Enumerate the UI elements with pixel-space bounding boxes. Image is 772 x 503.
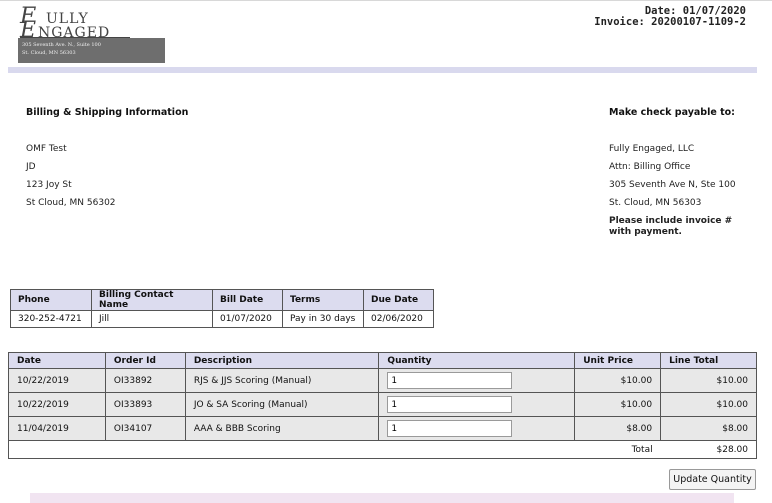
cell-unit-price: $10.00 [574, 392, 662, 417]
footer-bar [30, 493, 734, 503]
billing-line: St Cloud, MN 56302 [26, 198, 116, 208]
cell-due-date: 02/06/2020 [363, 310, 434, 328]
table-header-row: Phone Billing Contact Name Bill Date Ter… [10, 289, 434, 311]
cell-quantity [378, 416, 576, 441]
cell-line-total: $10.00 [660, 392, 757, 417]
cell-order-id: OI33893 [104, 392, 186, 417]
cell-date: 10/22/2019 [8, 392, 106, 417]
col-quantity: Quantity [378, 352, 576, 369]
total-row: Total $28.00 [8, 440, 757, 459]
cell-date: 10/22/2019 [8, 368, 106, 393]
col-description: Description [184, 352, 380, 369]
col-line-total: Line Total [660, 352, 757, 369]
billing-title: Billing & Shipping Information [26, 107, 189, 118]
payable-line: St. Cloud, MN 56303 [609, 198, 702, 208]
billing-line: OMF Test [26, 144, 67, 154]
payable-line: Fully Engaged, LLC [609, 144, 695, 154]
quantity-input[interactable] [387, 396, 513, 413]
billing-line: JD [26, 162, 36, 172]
logo-address-box: 305 Seventh Ave. N., Suite 100 St. Cloud… [18, 38, 165, 63]
cell-description: JO & SA Scoring (Manual) [184, 392, 380, 417]
invoice-header: Date: 01/07/2020 Invoice: 20200107-1109-… [594, 6, 746, 28]
billing-line: 123 Joy St [26, 180, 72, 190]
col-phone: Phone [10, 289, 92, 311]
payable-line: 305 Seventh Ave N, Ste 100 [609, 180, 736, 190]
logo-address-line2: St. Cloud, MN 56303 [22, 50, 76, 56]
cell-bill-date: 01/07/2020 [212, 310, 283, 328]
header-bar [8, 67, 757, 73]
cell-line-total: $8.00 [660, 416, 757, 441]
update-quantity-button[interactable]: Update Quantity [669, 469, 756, 490]
billing-address: OMF Test JD 123 Joy St St Cloud, MN 5630… [26, 140, 116, 212]
invoice-label: Invoice: [594, 16, 645, 28]
table-header-row: Date Order Id Description Quantity Unit … [8, 352, 757, 369]
cell-phone: 320-252-4721 [10, 310, 92, 328]
cell-quantity [378, 392, 576, 417]
payable-address: Fully Engaged, LLC Attn: Billing Office … [609, 140, 749, 238]
line-items-table: Date Order Id Description Quantity Unit … [8, 352, 757, 459]
cell-description: RJS & JJS Scoring (Manual) [184, 368, 380, 393]
payable-line: Attn: Billing Office [609, 162, 691, 172]
col-order-id: Order Id [104, 352, 186, 369]
cell-terms: Pay in 30 days [282, 310, 364, 328]
logo-address-line1: 305 Seventh Ave. N., Suite 100 [22, 42, 101, 48]
quantity-input[interactable] [387, 372, 513, 389]
col-unit-price: Unit Price [574, 352, 662, 369]
table-row: 320-252-4721 Jill 01/07/2020 Pay in 30 d… [10, 310, 434, 328]
cell-order-id: OI33892 [104, 368, 186, 393]
top-divider [0, 0, 772, 3]
col-contact: Billing Contact Name [91, 289, 213, 311]
company-logo: F ULLY E NGAGED 305 Seventh Ave. N., Sui… [18, 6, 165, 63]
cell-description: AAA & BBB Scoring [184, 416, 380, 441]
col-due-date: Due Date [363, 289, 434, 311]
payable-note: Please include invoice # with payment. [609, 216, 733, 237]
col-terms: Terms [282, 289, 364, 311]
cell-date: 11/04/2019 [8, 416, 106, 441]
cell-line-total: $10.00 [660, 368, 757, 393]
table-row: 11/04/2019 OI34107 AAA & BBB Scoring $8.… [8, 416, 757, 441]
cell-contact: Jill [91, 310, 213, 328]
table-row: 10/22/2019 OI33892 RJS & JJS Scoring (Ma… [8, 368, 757, 393]
invoice-number-line: Invoice: 20200107-1109-2 [594, 17, 746, 28]
total-label: Total [574, 440, 661, 459]
cell-unit-price: $10.00 [574, 368, 662, 393]
cell-unit-price: $8.00 [574, 416, 662, 441]
cell-quantity [378, 368, 576, 393]
quantity-input[interactable] [387, 420, 513, 437]
table-row: 10/22/2019 OI33893 JO & SA Scoring (Manu… [8, 392, 757, 417]
cell-order-id: OI34107 [104, 416, 186, 441]
logo-word-fully: ULLY [46, 11, 89, 27]
payable-title: Make check payable to: [609, 107, 735, 118]
col-date: Date [8, 352, 106, 369]
total-value: $28.00 [660, 440, 757, 459]
invoice-number: 20200107-1109-2 [651, 16, 746, 28]
billing-info-table: Phone Billing Contact Name Bill Date Ter… [10, 289, 434, 328]
col-bill-date: Bill Date [212, 289, 283, 311]
